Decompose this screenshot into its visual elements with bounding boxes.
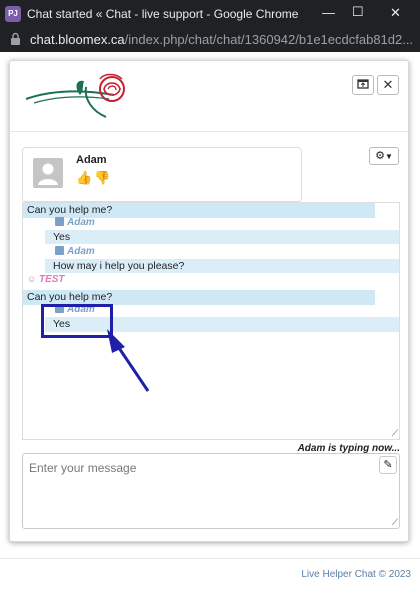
message-sender: Adam <box>55 246 95 257</box>
avatar <box>33 158 63 188</box>
address-bar[interactable]: chat.bloomex.ca/index.php/chat/chat/1360… <box>0 28 420 52</box>
operator-card: Adam 👍 👎 <box>22 147 302 202</box>
page: ✕ Adam 👍 👎 ⚙▼ Can you help me? Adam Yes … <box>0 52 420 600</box>
message-input[interactable] <box>23 454 399 528</box>
operator-name: Adam <box>76 154 107 166</box>
chevron-down-icon: ▼ <box>384 152 393 161</box>
message-input-box: ✎ ⟋ <box>22 453 400 529</box>
url-text[interactable]: chat.bloomex.ca/index.php/chat/chat/1360… <box>30 32 415 47</box>
gear-icon: ⚙ <box>375 150 385 162</box>
popout-button[interactable] <box>352 75 374 95</box>
close-icon: ✕ <box>382 77 394 92</box>
operator-message: Yes <box>45 230 399 244</box>
close-button[interactable]: ✕ <box>377 75 399 95</box>
url-host: chat.bloomex.ca <box>30 32 125 47</box>
minimize-icon[interactable]: — <box>322 5 335 20</box>
thumbs-up-icon[interactable]: 👍 <box>76 170 92 186</box>
user-silhouette-icon <box>38 163 58 185</box>
footer-divider <box>0 558 420 559</box>
settings-dropdown-button[interactable]: ⚙▼ <box>369 147 399 165</box>
thumbs-down-icon[interactable]: 👎 <box>94 170 110 186</box>
system-sender: ☺ TEST <box>27 274 65 285</box>
maximize-icon[interactable]: ☐ <box>352 4 364 20</box>
url-path: /index.php/chat/chat/1360942/b1e1ecdcfab… <box>124 32 414 47</box>
operator-icon <box>55 217 64 226</box>
app-icon: PJ <box>5 6 21 22</box>
bot-icon: ☺ <box>27 274 37 284</box>
popout-icon <box>357 79 369 89</box>
lock-icon <box>11 32 20 45</box>
message-sender: Adam <box>55 217 95 228</box>
footer-credit[interactable]: Live Helper Chat © 2023 <box>301 569 411 580</box>
resize-handle-icon[interactable]: ⟋ <box>392 428 398 439</box>
operator-message: How may i help you please? <box>45 259 399 273</box>
window-title: Chat started « Chat - live support - Goo… <box>27 7 299 21</box>
header-divider <box>10 131 408 132</box>
operator-icon <box>55 246 64 255</box>
visitor-message: Can you help me? <box>23 203 375 218</box>
resize-handle-icon[interactable]: ⟋ <box>392 517 398 528</box>
browser-title-bar: PJ Chat started « Chat - live support - … <box>0 0 420 28</box>
pencil-icon: ✎ <box>383 459 393 471</box>
format-button[interactable]: ✎ <box>379 456 397 474</box>
window-close-icon[interactable]: ✕ <box>390 5 401 21</box>
visitor-message: Can you help me? <box>23 290 375 305</box>
annotation-highlight-box <box>41 304 113 338</box>
chat-widget: ✕ Adam 👍 👎 ⚙▼ Can you help me? Adam Yes … <box>9 60 409 542</box>
rose-logo <box>25 73 125 118</box>
